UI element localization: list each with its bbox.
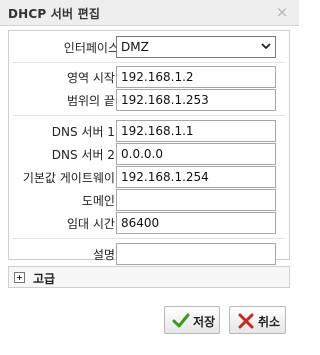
domain-row: 도메인: <box>9 189 289 211</box>
domain-input[interactable] <box>116 189 276 211</box>
cancel-button[interactable]: 취소 <box>229 306 286 334</box>
separator <box>13 62 285 63</box>
advanced-label: 고급 <box>33 272 56 286</box>
separator <box>13 115 285 116</box>
gateway-input[interactable] <box>116 166 276 188</box>
range-start-label: 영역 시작: <box>66 71 119 85</box>
interface-row: 인터페이스 DMZ <box>9 36 289 58</box>
dhcp-server-edit-dialog: DHCP 서버 편집 × 인터페이스 DMZ 영역 시작: 범위의 끝: DNS… <box>0 0 299 355</box>
plus-icon[interactable] <box>14 272 25 283</box>
checkmark-icon <box>172 313 190 328</box>
range-end-row: 범위의 끝: <box>9 89 289 111</box>
cancel-button-label: 취소 <box>258 315 281 329</box>
interface-label: 인터페이스 <box>63 41 119 55</box>
close-icon[interactable]: × <box>273 3 291 21</box>
description-row: 설명: <box>9 243 289 265</box>
dialog-title: DHCP 서버 편집 <box>8 7 101 21</box>
dns1-row: DNS 서버 1: <box>9 120 289 142</box>
settings-form: 인터페이스 DMZ 영역 시작: 범위의 끝: DNS 서버 1: DNS 서버… <box>8 30 290 265</box>
gateway-row: 기본값 게이트웨이: <box>9 166 289 188</box>
interface-select[interactable]: DMZ <box>116 36 276 58</box>
dialog-titlebar: DHCP 서버 편집 × <box>0 0 299 26</box>
gateway-label: 기본값 게이트웨이: <box>22 171 119 185</box>
chevron-down-icon <box>261 43 271 50</box>
range-end-label: 범위의 끝: <box>66 94 119 108</box>
lease-time-label: 임대 시간: <box>66 217 119 231</box>
x-icon <box>238 313 254 329</box>
dns2-label: DNS 서버 2: <box>51 148 119 162</box>
range-start-input[interactable] <box>116 66 276 88</box>
lease-time-input[interactable] <box>116 212 276 234</box>
domain-label: 도메인: <box>81 194 119 208</box>
lease-time-row: 임대 시간: <box>9 212 289 234</box>
dns2-input[interactable] <box>116 143 276 165</box>
separator <box>13 238 285 239</box>
advanced-section-toggle[interactable]: 고급 <box>8 266 290 288</box>
dns1-label: DNS 서버 1: <box>51 125 119 139</box>
save-button[interactable]: 저장 <box>164 306 220 334</box>
save-button-label: 저장 <box>193 315 216 329</box>
range-end-input[interactable] <box>116 89 276 111</box>
dns1-input[interactable] <box>116 120 276 142</box>
dns2-row: DNS 서버 2: <box>9 143 289 165</box>
description-input[interactable] <box>116 243 276 265</box>
range-start-row: 영역 시작: <box>9 66 289 88</box>
interface-select-value: DMZ <box>121 40 149 54</box>
